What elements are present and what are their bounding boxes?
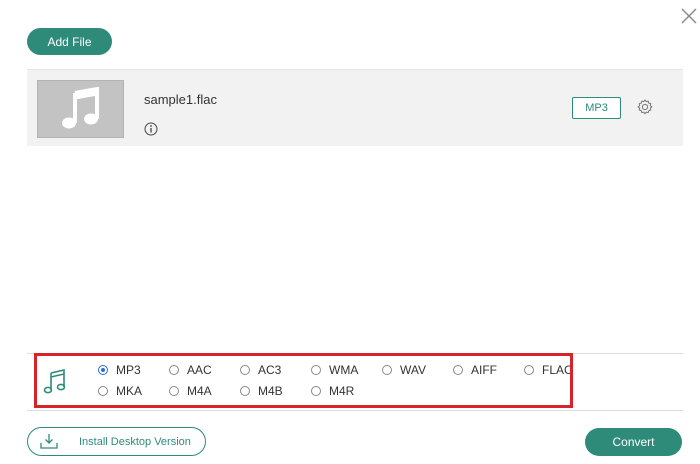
music-note-icon bbox=[43, 368, 66, 394]
output-format-badge[interactable]: MP3 bbox=[572, 97, 621, 119]
format-option-label: AAC bbox=[187, 363, 212, 377]
format-option-label: AC3 bbox=[258, 363, 282, 377]
format-option-aiff[interactable]: AIFF bbox=[453, 362, 497, 378]
format-option-ac3[interactable]: AC3 bbox=[240, 362, 281, 378]
download-icon bbox=[40, 434, 58, 449]
install-desktop-button[interactable]: Install Desktop Version bbox=[27, 427, 206, 456]
radio-button[interactable] bbox=[169, 365, 179, 375]
radio-button[interactable] bbox=[98, 386, 108, 396]
format-option-mp3[interactable]: MP3 bbox=[98, 362, 141, 378]
file-name: sample1.flac bbox=[144, 92, 217, 107]
radio-button[interactable] bbox=[524, 365, 534, 375]
format-option-m4a[interactable]: M4A bbox=[169, 383, 212, 399]
radio-button[interactable] bbox=[240, 365, 250, 375]
radio-button[interactable] bbox=[169, 386, 179, 396]
file-thumbnail bbox=[37, 80, 124, 138]
radio-button[interactable] bbox=[311, 386, 321, 396]
install-desktop-label: Install Desktop Version bbox=[79, 436, 191, 448]
radio-button[interactable] bbox=[453, 365, 463, 375]
converter-window: Add File sample1.flac MP3 MP3 AAC AC3 WM… bbox=[0, 0, 700, 464]
format-option-label: MKA bbox=[116, 384, 143, 398]
format-option-label: WAV bbox=[400, 363, 426, 377]
radio-button[interactable] bbox=[98, 365, 108, 375]
format-option-label: M4B bbox=[258, 384, 283, 398]
format-option-label: M4R bbox=[329, 384, 355, 398]
radio-button[interactable] bbox=[311, 365, 321, 375]
format-option-label: AIFF bbox=[471, 363, 497, 377]
radio-button[interactable] bbox=[240, 386, 250, 396]
convert-button[interactable]: Convert bbox=[585, 428, 682, 456]
close-icon[interactable] bbox=[679, 6, 699, 26]
radio-button[interactable] bbox=[382, 365, 392, 375]
format-option-label: WMA bbox=[329, 363, 359, 377]
format-option-label: MP3 bbox=[116, 363, 141, 377]
music-note-icon bbox=[61, 87, 99, 129]
format-option-flac[interactable]: FLAC bbox=[524, 362, 573, 378]
add-file-button[interactable]: Add File bbox=[27, 28, 112, 55]
format-option-wav[interactable]: WAV bbox=[382, 362, 426, 378]
gear-icon[interactable] bbox=[636, 98, 654, 116]
format-option-wma[interactable]: WMA bbox=[311, 362, 358, 378]
format-option-label: FLAC bbox=[542, 363, 573, 377]
file-list-item: sample1.flac MP3 bbox=[27, 69, 683, 146]
format-option-label: M4A bbox=[187, 384, 212, 398]
format-option-m4b[interactable]: M4B bbox=[240, 383, 283, 399]
format-option-mka[interactable]: MKA bbox=[98, 383, 142, 399]
format-option-aac[interactable]: AAC bbox=[169, 362, 212, 378]
info-icon[interactable] bbox=[144, 122, 158, 136]
format-option-m4r[interactable]: M4R bbox=[311, 383, 354, 399]
